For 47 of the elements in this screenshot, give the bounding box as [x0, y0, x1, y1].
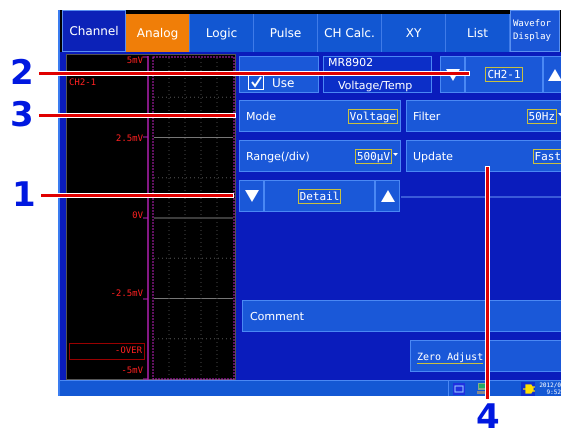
callout-number: 3	[10, 98, 34, 132]
setting-button[interactable]: Filter 50Hz	[406, 100, 561, 132]
callout-number: 1	[12, 178, 36, 212]
setting-value: Fast	[532, 148, 561, 164]
tab[interactable]: Pulse	[254, 14, 318, 52]
over-label: -OVER	[69, 343, 145, 360]
setting-value: 50Hz	[526, 108, 557, 124]
setting-button[interactable]: Update Fast	[406, 140, 561, 172]
tab[interactable]: XY	[382, 14, 446, 52]
comment-button[interactable]: Comment	[242, 300, 561, 332]
channel-label: CH2-1	[69, 78, 96, 88]
scale-label: 5mV	[126, 56, 143, 66]
setting-label: Range(/div)	[246, 150, 310, 162]
scale-label: 0V	[132, 211, 143, 221]
tab[interactable]: Channel	[62, 10, 126, 52]
callout-number: 2	[10, 56, 34, 90]
use-label: Use	[272, 76, 294, 90]
module-text: MR8902	[328, 57, 374, 69]
scale-label: -2.5mV	[110, 288, 143, 298]
setting-button[interactable]: Mode Voltage	[239, 100, 401, 132]
module-text: Voltage/Temp	[337, 80, 414, 92]
setting-label: Filter	[413, 110, 440, 122]
check-icon	[250, 76, 262, 88]
setting-value: Voltage	[348, 108, 398, 124]
dropdown-icon	[393, 152, 398, 156]
callout-number: 4	[476, 400, 500, 430]
power-plug-icon	[521, 382, 535, 396]
scale-label: -5mV	[121, 366, 143, 376]
next-button[interactable]	[543, 56, 561, 93]
tab[interactable]: Logic	[190, 14, 254, 52]
tab[interactable]: CH Calc.	[318, 14, 382, 52]
up-triangle-icon	[547, 68, 561, 82]
down-triangle-icon	[244, 189, 260, 203]
setting-button[interactable]: Range(/div) 500µV	[239, 140, 401, 172]
channel-button[interactable]: CH2-1	[465, 56, 543, 93]
next-button[interactable]	[375, 180, 400, 212]
detail-button[interactable]: Detail	[264, 180, 375, 212]
up-triangle-icon	[380, 189, 396, 203]
previous-button[interactable]	[239, 180, 264, 212]
setting-value: 500µV	[354, 148, 392, 164]
zero-adjust-button[interactable]: Zero Adjust	[410, 340, 561, 372]
tab[interactable]: List	[446, 14, 510, 52]
tab[interactable]: Wavefor Display	[510, 10, 560, 52]
scale-label: 2.5mV	[116, 134, 143, 144]
setting-label: Update	[413, 150, 453, 162]
setting-label: Mode	[246, 110, 276, 122]
storage-icon	[453, 382, 465, 394]
